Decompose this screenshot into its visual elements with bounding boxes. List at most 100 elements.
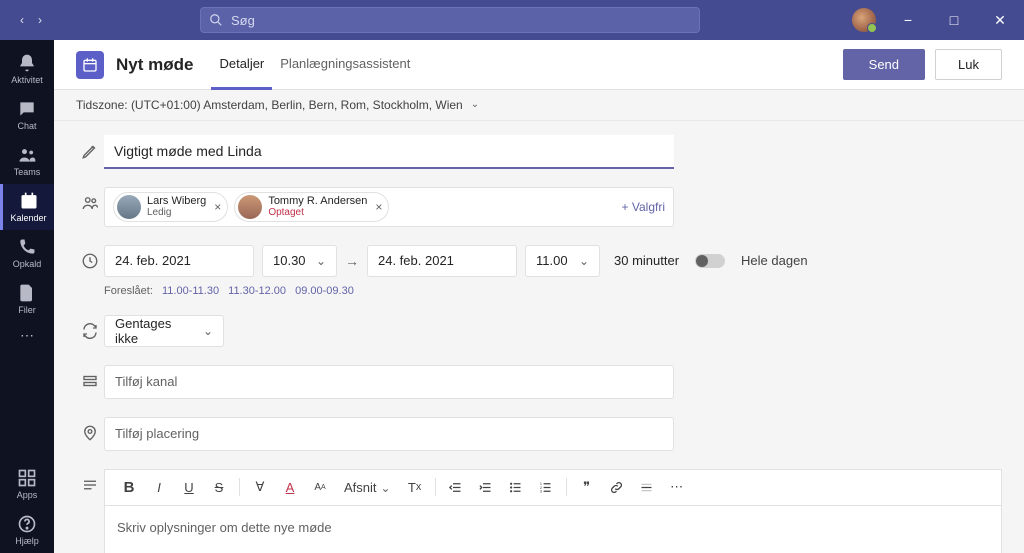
chevron-down-icon [579, 253, 589, 268]
start-date-picker[interactable]: 24. feb. 2021 [104, 245, 254, 277]
chevron-down-icon [316, 253, 326, 268]
end-date-picker[interactable]: 24. feb. 2021 [367, 245, 517, 277]
avatar-icon [238, 195, 262, 219]
rail-apps[interactable]: Apps [0, 461, 54, 507]
rail-more[interactable]: ⋯ [0, 322, 54, 348]
apps-icon [17, 468, 37, 488]
rail-files[interactable]: Filer [0, 276, 54, 322]
teams-icon [17, 145, 37, 165]
allday-label: Hele dagen [741, 253, 808, 268]
clear-formatting-button[interactable]: Tx [401, 473, 429, 501]
rail-chat[interactable]: Chat [0, 92, 54, 138]
recurrence-select[interactable]: Gentages ikke [104, 315, 224, 347]
suggested-times: Foreslået: 11.00-11.30 11.30-12.00 09.00… [104, 285, 1002, 297]
underline-button[interactable]: U [175, 473, 203, 501]
nav-back-icon[interactable]: ‹ [14, 12, 30, 28]
bold-button[interactable]: B [115, 473, 143, 501]
hr-button[interactable] [633, 473, 661, 501]
tab-scheduling-assistant[interactable]: Planlægningsassistent [272, 40, 418, 90]
chat-icon [17, 99, 37, 119]
main-panel: Nyt møde Detaljer Planlægningsassistent … [54, 40, 1024, 553]
calendar-icon [19, 191, 39, 211]
window-maximize-icon[interactable]: □ [940, 6, 968, 34]
duration-label: 30 minutter [614, 253, 679, 268]
strike-button[interactable]: S [205, 473, 233, 501]
numbered-list-button[interactable]: 123 [532, 473, 560, 501]
meeting-header: Nyt møde Detaljer Planlægningsassistent … [54, 40, 1024, 90]
attendee-name: Tommy R. Andersen [268, 195, 367, 207]
indent-button[interactable] [472, 473, 500, 501]
chevron-down-icon [381, 480, 391, 495]
outdent-button[interactable] [442, 473, 470, 501]
timezone-value: (UTC+01:00) Amsterdam, Berlin, Bern, Rom… [131, 98, 463, 112]
recurrence-icon [76, 315, 104, 340]
highlight-button[interactable]: ∀ [246, 473, 274, 501]
attendee-chip[interactable]: Tommy R. Andersen Optaget × [234, 192, 389, 222]
bell-icon [17, 53, 37, 73]
description-icon [76, 469, 104, 494]
app-titlebar: ‹ › Søg − □ ✕ [0, 0, 1024, 40]
window-close-icon[interactable]: ✕ [986, 6, 1014, 34]
pencil-icon [76, 135, 104, 160]
people-icon [76, 187, 104, 212]
channel-icon [76, 365, 104, 390]
allday-toggle[interactable] [695, 254, 725, 268]
rail-teams[interactable]: Teams [0, 138, 54, 184]
attendee-name: Lars Wiberg [147, 195, 206, 207]
file-icon [17, 283, 37, 303]
bullet-list-button[interactable] [502, 473, 530, 501]
app-rail: Aktivitet Chat Teams Kalender Opkald Fil… [0, 40, 54, 553]
editor-toolbar: B I U S ∀ A AA Afsnit Tx [104, 469, 1002, 505]
link-button[interactable] [603, 473, 631, 501]
attendee-status: Optaget [268, 207, 367, 219]
paragraph-style-select[interactable]: Afsnit [336, 473, 399, 501]
attendee-status: Ledig [147, 207, 206, 219]
chevron-down-icon [203, 323, 213, 338]
description-editor[interactable]: Skriv oplysninger om dette nye møde [104, 505, 1002, 553]
user-avatar[interactable] [852, 8, 876, 32]
italic-button[interactable]: I [145, 473, 173, 501]
attendees-field[interactable]: Lars Wiberg Ledig × Tommy R. Andersen Op… [104, 187, 674, 227]
global-search[interactable]: Søg [200, 7, 700, 33]
tab-details[interactable]: Detaljer [211, 40, 272, 90]
rail-activity[interactable]: Aktivitet [0, 46, 54, 92]
arrow-right-icon: → [345, 253, 359, 269]
suggested-slot[interactable]: 11.00-11.30 [162, 285, 219, 297]
chevron-down-icon: ⌄ [471, 99, 479, 110]
location-icon [76, 417, 104, 442]
svg-text:3: 3 [540, 489, 542, 493]
meeting-title-input[interactable] [104, 135, 674, 169]
suggested-slot[interactable]: 11.30-12.00 [228, 285, 286, 297]
optional-attendees-link[interactable]: + Valgfri [622, 200, 665, 214]
suggested-label: Foreslået: [104, 285, 153, 297]
font-color-button[interactable]: A [276, 473, 304, 501]
phone-icon [17, 237, 37, 257]
rail-help[interactable]: Hjælp [0, 507, 54, 553]
send-button[interactable]: Send [843, 49, 925, 80]
rail-calendar[interactable]: Kalender [0, 184, 54, 230]
window-minimize-icon[interactable]: − [894, 6, 922, 34]
timezone-bar[interactable]: Tidszone: (UTC+01:00) Amsterdam, Berlin,… [54, 90, 1024, 121]
rail-calls[interactable]: Opkald [0, 230, 54, 276]
ellipsis-icon: ⋯ [20, 327, 34, 344]
remove-attendee-icon[interactable]: × [375, 200, 382, 214]
page-title: Nyt møde [116, 55, 193, 75]
nav-forward-icon[interactable]: › [32, 12, 48, 28]
meeting-calendar-icon [76, 51, 104, 79]
avatar-icon [117, 195, 141, 219]
quote-button[interactable]: ❞ [573, 473, 601, 501]
remove-attendee-icon[interactable]: × [214, 200, 221, 214]
clock-icon [76, 245, 104, 270]
location-input[interactable]: Tilføj placering [104, 417, 674, 451]
end-time-picker[interactable]: 11.00 [525, 245, 600, 277]
channel-input[interactable]: Tilføj kanal [104, 365, 674, 399]
suggested-slot[interactable]: 09.00-09.30 [295, 285, 354, 297]
search-icon [209, 13, 223, 27]
more-options-button[interactable]: ⋯ [663, 473, 691, 501]
attendee-chip[interactable]: Lars Wiberg Ledig × [113, 192, 228, 222]
start-time-picker[interactable]: 10.30 [262, 245, 337, 277]
search-placeholder: Søg [231, 13, 255, 28]
timezone-label: Tidszone: [76, 98, 128, 112]
close-button[interactable]: Luk [935, 49, 1002, 80]
font-size-button[interactable]: AA [306, 473, 334, 501]
